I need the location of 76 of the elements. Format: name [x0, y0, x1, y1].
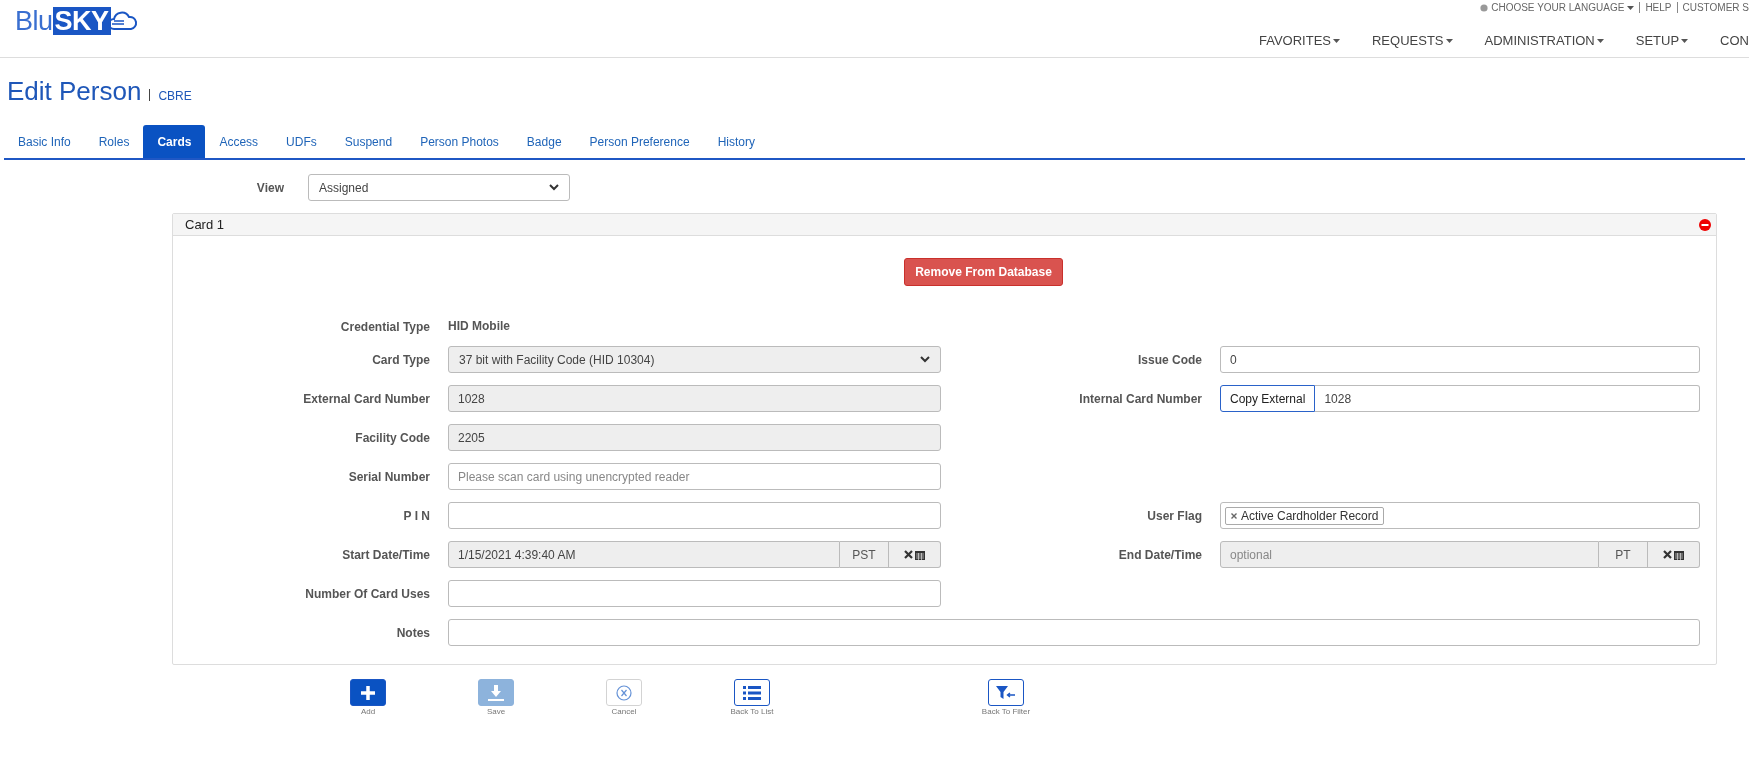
view-select[interactable]: Assigned [308, 174, 570, 201]
copy-external-button[interactable]: Copy External [1220, 385, 1316, 412]
action-label: Back To List [730, 707, 774, 716]
field-label: External Card Number [302, 391, 430, 406]
tab[interactable]: Access [205, 125, 273, 158]
field-label: Serial Number [347, 469, 430, 484]
action-label: Back To Filter [981, 707, 1031, 716]
field-label: Issue Code [1136, 352, 1202, 367]
field-label: Notes [395, 625, 430, 640]
input-field[interactable] [448, 502, 941, 529]
tab[interactable]: Person Photos [406, 125, 513, 158]
nav-menu-item[interactable]: SETUP [1635, 33, 1689, 48]
field-label: Number Of Card Uses [304, 586, 430, 601]
nav-menu-item[interactable]: REQUESTS [1372, 33, 1453, 48]
tag-input-field[interactable]: Active Cardholder Record [1220, 502, 1700, 529]
filter-icon [996, 684, 1016, 701]
action-label: Add [360, 707, 376, 716]
tab[interactable]: Person Preference [575, 125, 704, 158]
tab[interactable]: Cards [143, 125, 206, 158]
tab[interactable]: History [703, 125, 769, 158]
list-button[interactable] [734, 679, 770, 706]
close-circle-icon [616, 684, 632, 701]
action-label: Save [486, 707, 506, 716]
field-label: Card Type [371, 352, 430, 367]
remove-circle-icon[interactable] [1699, 218, 1711, 231]
field-label: Facility Code [354, 430, 430, 445]
plus-icon [360, 684, 376, 701]
title-separator-rule [149, 88, 151, 101]
tab[interactable]: Roles [84, 125, 144, 158]
page-subtitle: CBRE [158, 89, 192, 103]
remove-icon[interactable] [1231, 512, 1237, 519]
card-title: Card 1 [185, 217, 225, 232]
nav-menu-item[interactable]: CON [1720, 33, 1749, 48]
download-icon [487, 683, 505, 702]
tab[interactable]: Basic Info [4, 125, 85, 158]
top-link[interactable]: HELP [1639, 2, 1672, 13]
input-field[interactable] [448, 580, 941, 607]
list-icon [743, 684, 761, 701]
filter-button[interactable] [988, 679, 1024, 706]
field-label: User Flag [1146, 508, 1202, 523]
tab[interactable]: Badge [512, 125, 576, 158]
chevron-icon [920, 356, 930, 363]
action-label: Cancel [611, 707, 637, 716]
top-link[interactable]: CHOOSE YOUR LANGUAGE [1480, 2, 1635, 13]
field-label: P I N [402, 508, 430, 523]
date-picker-button[interactable] [889, 541, 941, 568]
timezone-label: PT [1599, 541, 1648, 568]
timezone-label: PST [840, 541, 889, 568]
notes-field[interactable] [448, 619, 1700, 646]
calendar-icon [915, 549, 925, 560]
field-label: Internal Card Number [1078, 391, 1202, 406]
tab[interactable]: UDFs [272, 125, 331, 158]
field-label: Start Date/Time [341, 547, 430, 562]
field-value: HID Mobile [448, 319, 510, 333]
tab[interactable]: Suspend [330, 125, 407, 158]
page-title: Edit Person [7, 76, 142, 107]
globe-icon [1480, 3, 1489, 12]
input-field[interactable]: 0 [1220, 346, 1700, 373]
field-label: End Date/Time [1117, 547, 1202, 562]
clear-icon [1663, 550, 1672, 559]
field-label: Credential Type [339, 320, 430, 334]
tag-label: Active Cardholder Record [1241, 508, 1379, 523]
calendar-icon [1674, 549, 1684, 560]
top-link[interactable]: CUSTOMER S [1676, 2, 1749, 13]
remove-from-database-button[interactable]: Remove From Database [904, 258, 1063, 286]
view-label: View [255, 180, 285, 195]
tag-chip[interactable]: Active Cardholder Record [1225, 506, 1385, 525]
nav-menu-item[interactable]: FAVORITES [1259, 33, 1340, 48]
brand-logo[interactable]: BluSKY [15, 6, 138, 36]
chevron-icon [549, 184, 559, 191]
add-button[interactable] [350, 679, 386, 706]
input-field[interactable]: 1028 [1315, 385, 1700, 412]
input-field[interactable]: Please scan card using unencrypted reader [448, 463, 941, 490]
clear-icon [904, 550, 913, 559]
nav-menu-item[interactable]: ADMINISTRATION [1484, 33, 1604, 48]
date-picker-button[interactable] [1648, 541, 1700, 568]
